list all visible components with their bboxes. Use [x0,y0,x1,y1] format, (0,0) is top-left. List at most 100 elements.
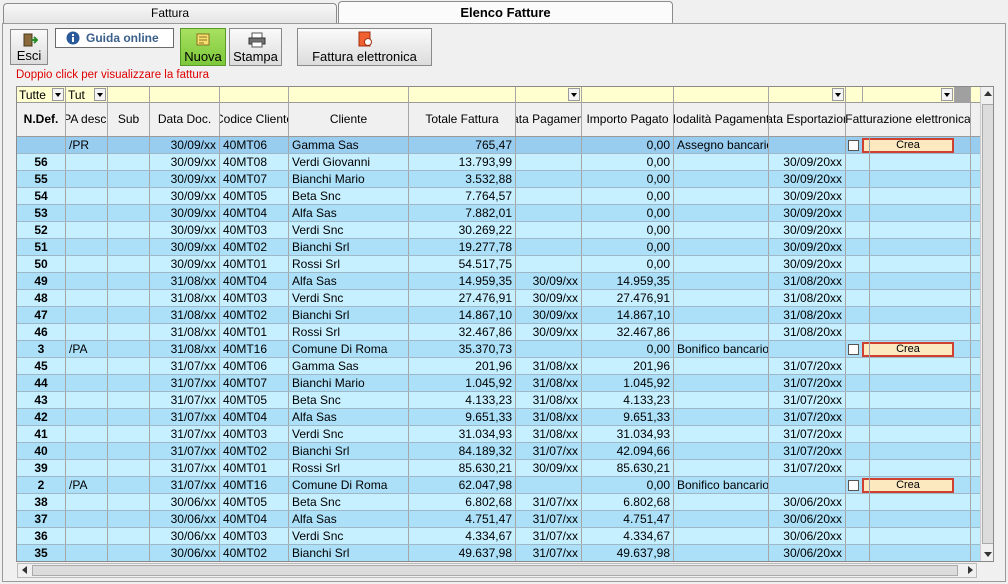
chevron-down-icon[interactable] [941,88,953,101]
cell-importo: 4.133,23 [582,392,674,408]
select-checkbox[interactable] [848,344,859,355]
guida-online-button[interactable]: Guida online [55,28,174,48]
col-header-data-pagamento[interactable]: Data Pagamento [516,103,582,136]
filter-fatturazione[interactable] [863,87,955,103]
table-row[interactable]: 50 30/09/xx 40MT01 Rossi Srl 54.517,75 0,00 30… [17,256,993,273]
table-row[interactable]: 2/PA 31/07/xx 40MT16 Comune Di Roma 62.047,9… [17,477,993,494]
fattura-elettronica-button[interactable]: Fattura elettronica [297,28,432,66]
scroll-left-arrow-icon[interactable] [22,566,27,574]
table-row[interactable]: 37 30/06/xx 40MT04 Alfa Sas 4.751,47 31/07/xx… [17,511,993,528]
filter-codice[interactable] [220,87,289,103]
col-header-sub[interactable]: Sub [108,103,150,136]
nuova-button[interactable]: Nuova [180,28,226,66]
cell-importo: 0,00 [582,188,674,204]
table-row[interactable]: 43 31/07/xx 40MT05 Beta Snc 4.133,23 31/08/xx… [17,392,993,409]
table-row[interactable]: 53 30/09/xx 40MT04 Alfa Sas 7.882,01 0,00 30/0… [17,205,993,222]
col-header-pa[interactable]: PA desc. [66,103,108,136]
table-row[interactable]: 49 31/08/xx 40MT04 Alfa Sas 14.959,35 30/09/x… [17,273,993,290]
cell-pa [66,511,108,527]
table-row[interactable]: 56 30/09/xx 40MT08 Verdi Giovanni 13.793,99 0… [17,154,993,171]
horizontal-scrollbar[interactable] [17,563,977,578]
filter-modalita[interactable] [674,87,769,103]
cell-ndef: 42 [17,409,66,425]
col-header-modalita[interactable]: Modalità Pagamento [674,103,769,136]
select-checkbox[interactable] [848,480,859,491]
cell-data: 31/07/xx [150,443,220,459]
chevron-down-icon[interactable] [832,88,844,101]
table-row[interactable]: 44 31/07/xx 40MT07 Bianchi Mario 1.045,92 31/… [17,375,993,392]
table-row[interactable]: 39 31/07/xx 40MT01 Rossi Srl 85.630,21 30/09/… [17,460,993,477]
filter-data-doc[interactable] [150,87,220,103]
table-row[interactable]: 36 30/06/xx 40MT03 Verdi Snc 4.334,67 31/07/x… [17,528,993,545]
cell-datapag [516,154,582,170]
col-header-data-doc[interactable]: Data Doc. [150,103,220,136]
scrollbar-thumb[interactable] [982,104,993,544]
col-header-data-esportazione[interactable]: Data Esportazione [769,103,846,136]
table-row[interactable]: 55 30/09/xx 40MT07 Bianchi Mario 3.532,88 0,0… [17,171,993,188]
cell-modalita [674,460,769,476]
filter-pa[interactable]: Tut [66,87,108,103]
crea-button[interactable]: Crea [862,478,954,493]
table-row[interactable]: 47 31/08/xx 40MT02 Bianchi Srl 14.867,10 30/0… [17,307,993,324]
filter-importo[interactable] [582,87,674,103]
col-header-cliente[interactable]: Cliente [289,103,409,136]
table-row[interactable]: /PR 30/09/xx 40MT06 Gamma Sas 765,47 0,00 Asse… [17,137,993,154]
cell-datapag: 30/09/xx [516,307,582,323]
table-row[interactable]: 52 30/09/xx 40MT03 Verdi Snc 30.269,22 0,00 30… [17,222,993,239]
table-row[interactable]: 45 31/07/xx 40MT06 Gamma Sas 201,96 31/08/xx 2… [17,358,993,375]
col-header-ndef[interactable]: N.Def. [17,103,66,136]
table-row[interactable]: 35 30/06/xx 40MT02 Bianchi Srl 49.637,98 31/0… [17,545,993,561]
cell-importo: 6.802,68 [582,494,674,510]
cell-modalita [674,205,769,221]
table-row[interactable]: 48 31/08/xx 40MT03 Verdi Snc 27.476,91 30/09/… [17,290,993,307]
horizontal-scrollbar-thumb[interactable] [32,565,958,576]
vertical-scrollbar[interactable] [980,87,993,561]
filter-checkbox-col[interactable] [846,87,863,103]
nuova-label: Nuova [184,49,222,64]
table-row[interactable]: 51 30/09/xx 40MT02 Bianchi Srl 19.277,78 0,00… [17,239,993,256]
tab-fattura[interactable]: Fattura [3,3,337,24]
cell-dataexp [769,477,846,493]
cell-data: 30/09/xx [150,256,220,272]
chevron-down-icon[interactable] [568,88,580,101]
filter-ndef[interactable]: Tutte [17,87,66,103]
cell-codice: 40MT16 [220,341,289,357]
cell-dataexp: 30/09/20xx [769,239,846,255]
cell-codice: 40MT07 [220,171,289,187]
filter-sub[interactable] [108,87,150,103]
table-row[interactable]: 41 31/07/xx 40MT03 Verdi Snc 31.034,93 31/08/… [17,426,993,443]
filter-totale[interactable] [409,87,516,103]
filter-cliente[interactable] [289,87,409,103]
col-header-codice[interactable]: Codice Cliente [220,103,289,136]
table-row[interactable]: 40 31/07/xx 40MT02 Bianchi Srl 84.189,32 31/0… [17,443,993,460]
column-header-row: N.Def. PA desc. Sub Data Doc. Codice Cli… [17,103,993,137]
cell-cliente: Rossi Srl [289,256,409,272]
crea-button[interactable]: Crea [862,138,954,153]
cell-totale: 1.045,92 [409,375,516,391]
scroll-right-arrow-icon[interactable] [968,566,973,574]
esci-button[interactable]: Esci [10,29,48,65]
cell-pa [66,154,108,170]
cell-importo: 31.034,93 [582,426,674,442]
cell-pa [66,443,108,459]
col-header-importo[interactable]: Importo Pagato [582,103,674,136]
cell-dataexp: 31/07/20xx [769,409,846,425]
chevron-down-icon[interactable] [94,88,106,101]
table-row[interactable]: 42 31/07/xx 40MT04 Alfa Sas 9.651,33 31/08/xx… [17,409,993,426]
filter-data-esportazione[interactable] [769,87,846,103]
table-row[interactable]: 38 30/06/xx 40MT05 Beta Snc 6.802,68 31/07/xx… [17,494,993,511]
filter-data-pagamento[interactable] [516,87,582,103]
scroll-up-arrow-icon[interactable] [984,91,992,96]
column-separator [863,239,870,255]
crea-button[interactable]: Crea [862,342,954,357]
select-checkbox[interactable] [848,140,859,151]
table-row[interactable]: 3/PA 31/08/xx 40MT16 Comune Di Roma 35.370,7… [17,341,993,358]
scroll-down-arrow-icon[interactable] [984,552,992,557]
table-row[interactable]: 46 31/08/xx 40MT01 Rossi Srl 32.467,86 30/09/… [17,324,993,341]
stampa-button[interactable]: Stampa [229,28,282,66]
col-header-totale[interactable]: Totale Fattura [409,103,516,136]
chevron-down-icon[interactable] [52,88,64,101]
col-header-fatturazione[interactable]: Fatturazione elettronica [846,103,971,136]
tab-elenco-fatture[interactable]: Elenco Fatture [338,1,673,24]
table-row[interactable]: 54 30/09/xx 40MT05 Beta Snc 7.764,57 0,00 30/0… [17,188,993,205]
